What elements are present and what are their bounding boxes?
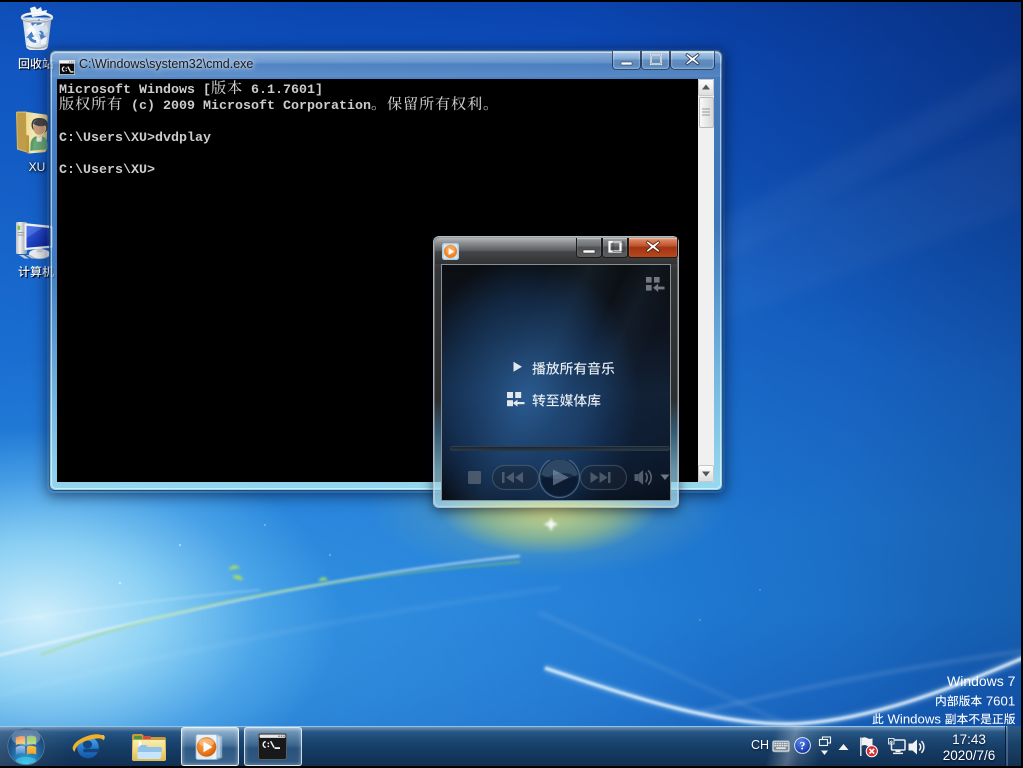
svg-text:C:\Users\XU>dvdplay: C:\Users\XU>dvdplay [59, 131, 211, 146]
svg-text:Microsoft Windows [: Microsoft Windows [ [59, 83, 211, 98]
svg-text:(c) 2009 Microsoft Corporation: (c) 2009 Microsoft Corporation [123, 99, 371, 114]
svg-text:?: ? [800, 741, 806, 753]
svg-text:Windows: Windows [884, 711, 945, 726]
svg-text:6.1.7601]: 6.1.7601] [243, 83, 323, 98]
svg-text:C:\Users\XU>: C:\Users\XU> [59, 163, 155, 178]
svg-text:7601: 7601 [982, 693, 1015, 708]
